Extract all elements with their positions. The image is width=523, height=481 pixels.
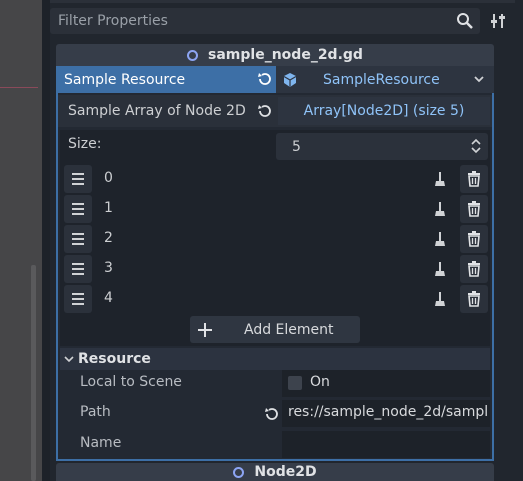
delete-element-button[interactable] [460, 225, 488, 253]
plus-icon [198, 322, 212, 337]
collapse-arrow-icon [64, 356, 74, 363]
array-item-row: 3 [64, 255, 488, 283]
trash-icon [468, 201, 480, 217]
filter-properties-input[interactable] [58, 8, 448, 34]
path-label: Path [80, 404, 111, 420]
search-icon[interactable] [456, 12, 474, 30]
script-title: sample_node_2d.gd [208, 47, 363, 63]
local-to-scene-label: Local to Scene [80, 374, 182, 390]
add-element-label: Add Element [244, 321, 334, 338]
inspector-scrollbar[interactable] [515, 0, 523, 481]
array-property-label: Sample Array of Node 2D [68, 103, 246, 119]
panel-divider[interactable] [42, 0, 50, 481]
size-label: Size: [68, 136, 102, 152]
revert-icon[interactable] [256, 70, 274, 88]
name-field[interactable] [282, 431, 490, 458]
array-item-index: 1 [104, 200, 113, 216]
checkbox[interactable] [288, 376, 302, 390]
node-circle-icon [233, 466, 245, 478]
sample-resource-label-text: Sample Resource [64, 71, 186, 88]
sample-resource-value: SampleResource [323, 71, 440, 88]
trash-icon [468, 261, 480, 277]
drag-handle-icon[interactable] [64, 285, 92, 313]
delete-element-button[interactable] [460, 285, 488, 313]
add-element-button[interactable]: Add Element [190, 316, 360, 343]
resource-section-title: Resource [78, 351, 151, 367]
clear-broom-icon[interactable] [428, 257, 452, 281]
trash-icon [468, 291, 480, 307]
array-item-index: 2 [104, 230, 113, 246]
local-to-scene-toggle[interactable]: On [282, 370, 490, 397]
clear-broom-icon[interactable] [428, 197, 452, 221]
local-to-scene-row: Local to Scene On [60, 369, 490, 398]
revert-icon[interactable] [263, 405, 281, 423]
sample-resource-picker[interactable]: SampleResource [276, 66, 494, 93]
delete-element-button[interactable] [460, 255, 488, 283]
array-item-row: 4 [64, 285, 488, 313]
clear-broom-icon[interactable] [428, 227, 452, 251]
local-to-scene-value: On [310, 374, 330, 390]
drag-handle-icon[interactable] [64, 255, 92, 283]
chevron-down-icon[interactable] [472, 72, 486, 86]
size-value: 5 [292, 138, 301, 155]
trash-icon [468, 171, 480, 187]
drag-handle-icon[interactable] [64, 195, 92, 223]
array-property-value-button[interactable]: Array[Node2D] (size 5) [278, 97, 490, 125]
sort-options-icon[interactable] [484, 8, 514, 34]
resource-section-header[interactable]: Resource [60, 348, 490, 370]
drag-handle-icon[interactable] [64, 165, 92, 193]
array-item-row: 2 [64, 225, 488, 253]
script-header[interactable]: sample_node_2d.gd [56, 44, 494, 66]
path-field[interactable]: res://sample_node_2d/sampl [282, 400, 490, 427]
array-item-row: 1 [64, 195, 488, 223]
clear-broom-icon[interactable] [428, 287, 452, 311]
top-separator [50, 0, 515, 3]
name-row: Name [60, 430, 490, 459]
node2d-title: Node2D [254, 464, 317, 480]
trash-icon [468, 231, 480, 247]
node-circle-icon [187, 49, 199, 61]
array-item-index: 4 [104, 290, 113, 306]
path-value: res://sample_node_2d/sampl [288, 404, 488, 420]
array-item-index: 0 [104, 170, 113, 186]
viewport-guide-line [0, 87, 38, 88]
sample-resource-label[interactable]: Sample Resource [56, 66, 276, 93]
revert-icon[interactable] [256, 102, 274, 120]
resource-cube-icon [283, 72, 297, 87]
node2d-section-header[interactable]: Node2D [56, 463, 494, 481]
delete-element-button[interactable] [460, 165, 488, 193]
array-property-value: Array[Node2D] (size 5) [303, 103, 465, 119]
array-item-row: 0 [64, 165, 488, 193]
drag-handle-icon[interactable] [64, 225, 92, 253]
array-item-index: 3 [104, 260, 113, 276]
size-spinbox[interactable]: 5 [276, 133, 488, 160]
name-label: Name [80, 435, 122, 451]
clear-broom-icon[interactable] [428, 167, 452, 191]
viewport-scrollbar[interactable] [31, 265, 36, 481]
spin-arrows-icon[interactable] [470, 138, 482, 154]
delete-element-button[interactable] [460, 195, 488, 223]
